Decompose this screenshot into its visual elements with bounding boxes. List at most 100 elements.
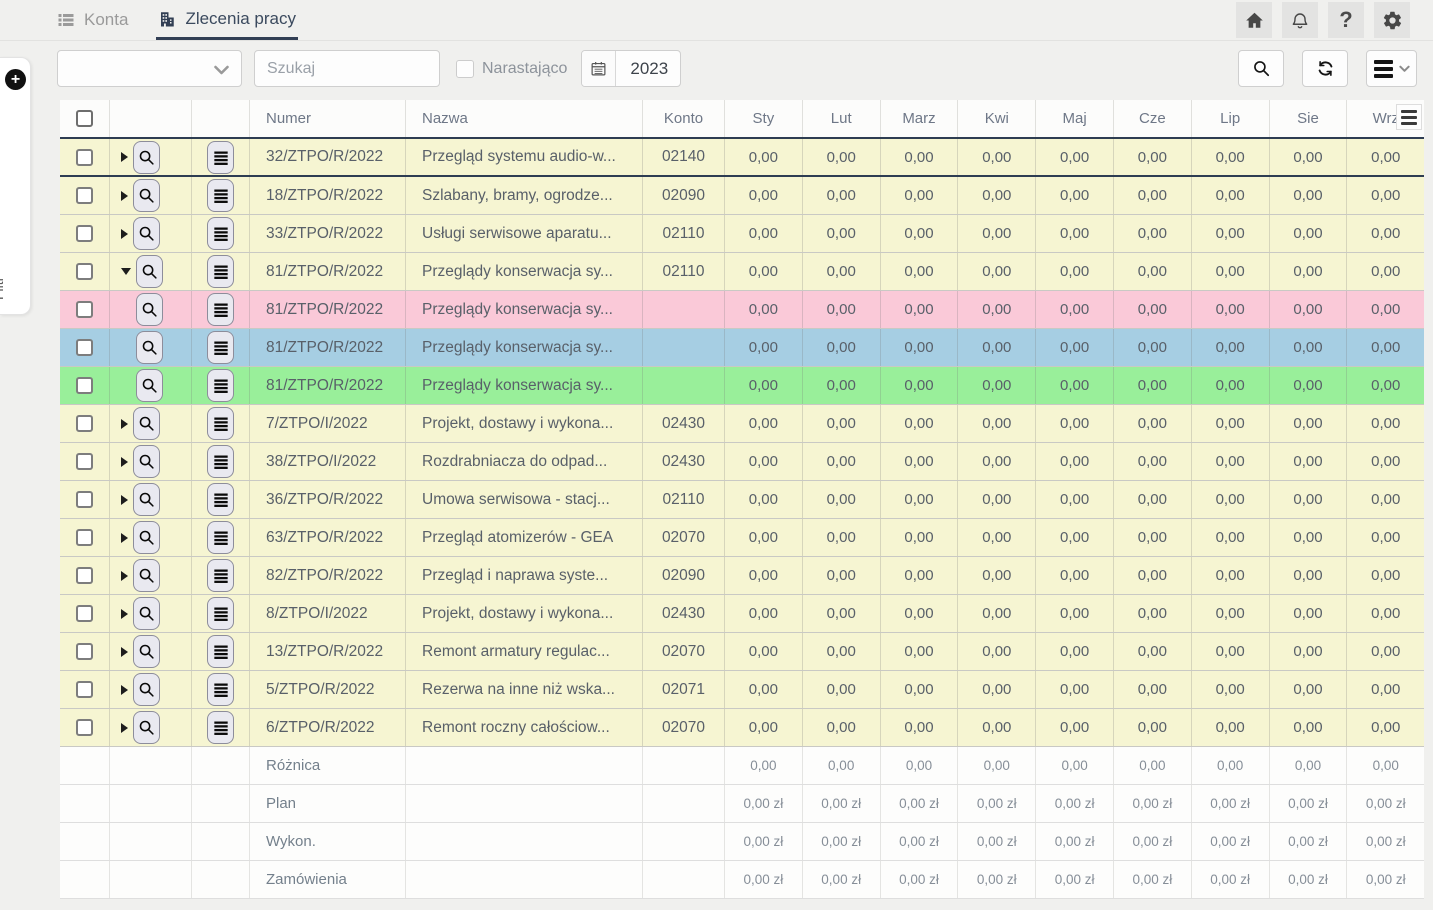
- row-details-button[interactable]: [207, 217, 234, 250]
- row-search-button[interactable]: [133, 673, 160, 706]
- row-details-button[interactable]: [207, 597, 234, 630]
- row-checkbox[interactable]: [76, 567, 93, 584]
- row-checkbox[interactable]: [76, 719, 93, 736]
- table-row[interactable]: 82/ZTPO/R/2022Przegląd i naprawa syste..…: [60, 557, 1424, 595]
- row-search-button[interactable]: [133, 597, 160, 630]
- row-search-button[interactable]: [136, 293, 163, 326]
- table-row[interactable]: 81/ZTPO/R/2022Przeglądy konserwacja sy..…: [60, 253, 1424, 291]
- table-child-row[interactable]: 81/ZTPO/R/2022Przeglądy konserwacja sy..…: [60, 367, 1424, 405]
- column-picker-button[interactable]: [1396, 104, 1422, 130]
- expand-row-icon[interactable]: [121, 723, 128, 733]
- row-details-button[interactable]: [207, 141, 234, 174]
- row-checkbox[interactable]: [76, 149, 93, 166]
- row-search-button[interactable]: [133, 179, 160, 212]
- row-checkbox[interactable]: [76, 263, 93, 280]
- tab-konta[interactable]: Konta: [55, 0, 130, 40]
- row-details-button[interactable]: [207, 407, 234, 440]
- expand-row-icon[interactable]: [121, 419, 128, 429]
- row-search-button[interactable]: [133, 141, 160, 174]
- collapse-row-icon[interactable]: [121, 268, 131, 275]
- table-child-row[interactable]: 81/ZTPO/R/2022Przeglądy konserwacja sy..…: [60, 291, 1424, 329]
- column-header-month[interactable]: Sty: [725, 100, 803, 137]
- tab-zlecenia-pracy[interactable]: Zlecenia pracy: [156, 0, 298, 40]
- table-row[interactable]: 6/ZTPO/R/2022Remont roczny całościow...0…: [60, 709, 1424, 747]
- row-search-button[interactable]: [133, 521, 160, 554]
- row-checkbox[interactable]: [76, 301, 93, 318]
- table-row[interactable]: 63/ZTPO/R/2022Przegląd atomizerów - GEA0…: [60, 519, 1424, 557]
- help-button[interactable]: ?: [1328, 2, 1364, 38]
- row-search-button[interactable]: [136, 331, 163, 364]
- expand-row-icon[interactable]: [121, 685, 128, 695]
- table-row[interactable]: 38/ZTPO/I/2022Rozdrabniacza do odpad...0…: [60, 443, 1424, 481]
- table-row[interactable]: 36/ZTPO/R/2022Umowa serwisowa - stacj...…: [60, 481, 1424, 519]
- row-details-button[interactable]: [207, 559, 234, 592]
- expand-row-icon[interactable]: [121, 229, 128, 239]
- row-details-button[interactable]: [207, 369, 234, 402]
- expand-row-icon[interactable]: [121, 152, 128, 162]
- year-input[interactable]: [616, 51, 680, 86]
- expand-row-icon[interactable]: [121, 191, 128, 201]
- search-input[interactable]: [254, 50, 440, 87]
- calendar-button[interactable]: [582, 51, 616, 86]
- row-search-button[interactable]: [133, 217, 160, 250]
- table-child-row[interactable]: 81/ZTPO/R/2022Przeglądy konserwacja sy..…: [60, 329, 1424, 367]
- row-details-button[interactable]: [207, 445, 234, 478]
- expand-row-icon[interactable]: [121, 647, 128, 657]
- row-checkbox[interactable]: [76, 605, 93, 622]
- row-checkbox[interactable]: [76, 377, 93, 394]
- column-header-numer[interactable]: Numer: [250, 100, 406, 137]
- row-checkbox[interactable]: [76, 453, 93, 470]
- cumulative-checkbox[interactable]: [456, 60, 474, 78]
- row-details-button[interactable]: [207, 711, 234, 744]
- search-button[interactable]: [1238, 50, 1284, 87]
- row-checkbox[interactable]: [76, 491, 93, 508]
- row-checkbox[interactable]: [76, 187, 93, 204]
- row-details-button[interactable]: [207, 331, 234, 364]
- row-search-button[interactable]: [133, 407, 160, 440]
- expand-row-icon[interactable]: [121, 495, 128, 505]
- select-all-checkbox[interactable]: [76, 110, 93, 127]
- table-row[interactable]: 18/ZTPO/R/2022Szlabany, bramy, ogrodze..…: [60, 177, 1424, 215]
- row-checkbox[interactable]: [76, 339, 93, 356]
- home-button[interactable]: [1236, 2, 1272, 38]
- table-row[interactable]: 7/ZTPO/I/2022Projekt, dostawy i wykona..…: [60, 405, 1424, 443]
- table-row[interactable]: 8/ZTPO/I/2022Projekt, dostawy i wykona..…: [60, 595, 1424, 633]
- row-search-button[interactable]: [133, 559, 160, 592]
- row-details-button[interactable]: [207, 635, 234, 668]
- actions-menu-button[interactable]: [1366, 50, 1417, 87]
- table-row[interactable]: 33/ZTPO/R/2022Usługi serwisowe aparatu..…: [60, 215, 1424, 253]
- add-filter-button[interactable]: +: [5, 69, 26, 90]
- row-search-button[interactable]: [133, 635, 160, 668]
- column-header-konto[interactable]: Konto: [643, 100, 725, 137]
- column-header-month[interactable]: Maj: [1036, 100, 1114, 137]
- notifications-button[interactable]: [1282, 2, 1318, 38]
- filter-panel[interactable]: + Filtr: [0, 57, 31, 315]
- row-checkbox[interactable]: [76, 681, 93, 698]
- cumulative-checkbox-wrap[interactable]: Narastająco: [456, 60, 567, 78]
- row-details-button[interactable]: [207, 179, 234, 212]
- table-row[interactable]: 13/ZTPO/R/2022Remont armatury regulac...…: [60, 633, 1424, 671]
- row-details-button[interactable]: [207, 673, 234, 706]
- row-search-button[interactable]: [133, 711, 160, 744]
- row-checkbox[interactable]: [76, 225, 93, 242]
- row-checkbox[interactable]: [76, 643, 93, 660]
- row-details-button[interactable]: [207, 293, 234, 326]
- filter-select[interactable]: [57, 50, 242, 87]
- refresh-button[interactable]: [1302, 50, 1348, 87]
- settings-button[interactable]: [1374, 2, 1410, 38]
- row-details-button[interactable]: [207, 483, 234, 516]
- row-search-button[interactable]: [136, 255, 163, 288]
- row-checkbox[interactable]: [76, 529, 93, 546]
- column-header-month[interactable]: Cze: [1114, 100, 1192, 137]
- column-header-month[interactable]: Sie: [1270, 100, 1348, 137]
- expand-row-icon[interactable]: [121, 609, 128, 619]
- expand-row-icon[interactable]: [121, 533, 128, 543]
- expand-row-icon[interactable]: [121, 571, 128, 581]
- table-row[interactable]: 5/ZTPO/R/2022Rezerwa na inne niż wska...…: [60, 671, 1424, 709]
- row-checkbox[interactable]: [76, 415, 93, 432]
- row-details-button[interactable]: [207, 255, 234, 288]
- row-search-button[interactable]: [133, 483, 160, 516]
- table-row[interactable]: 32/ZTPO/R/2022Przegląd systemu audio-w..…: [60, 139, 1424, 177]
- column-header-month[interactable]: Lut: [803, 100, 881, 137]
- expand-row-icon[interactable]: [121, 457, 128, 467]
